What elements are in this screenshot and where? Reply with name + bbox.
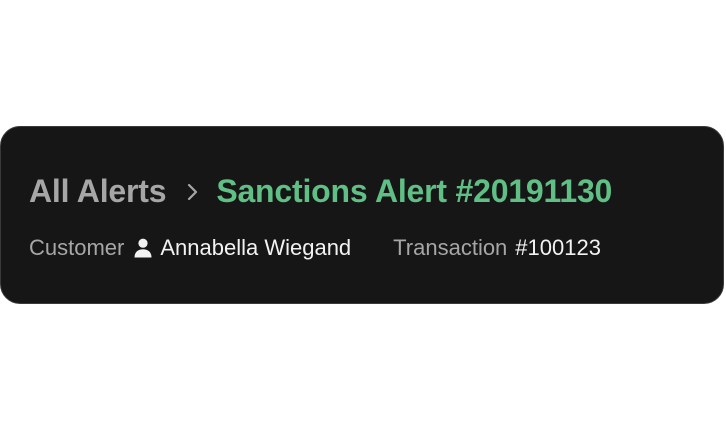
transaction-meta: Transaction #100123 (393, 235, 601, 261)
customer-meta: Customer Annabella Wiegand (29, 235, 351, 261)
page-title: Sanctions Alert #20191130 (216, 173, 613, 209)
customer-label: Customer (29, 235, 125, 260)
alert-header-card: All Alerts Sanctions Alert #20191130 Cus… (0, 126, 724, 304)
user-icon (134, 238, 152, 258)
chevron-right-icon (180, 180, 204, 204)
breadcrumb-all-alerts-link[interactable]: All Alerts (29, 173, 167, 210)
transaction-label: Transaction (393, 235, 508, 260)
customer-name[interactable]: Annabella Wiegand (160, 235, 351, 261)
transaction-id[interactable]: #100123 (515, 235, 601, 261)
alert-meta: Customer Annabella Wiegand Transaction #… (29, 235, 601, 261)
breadcrumb: All Alerts Sanctions Alert #20191130 (29, 173, 612, 210)
